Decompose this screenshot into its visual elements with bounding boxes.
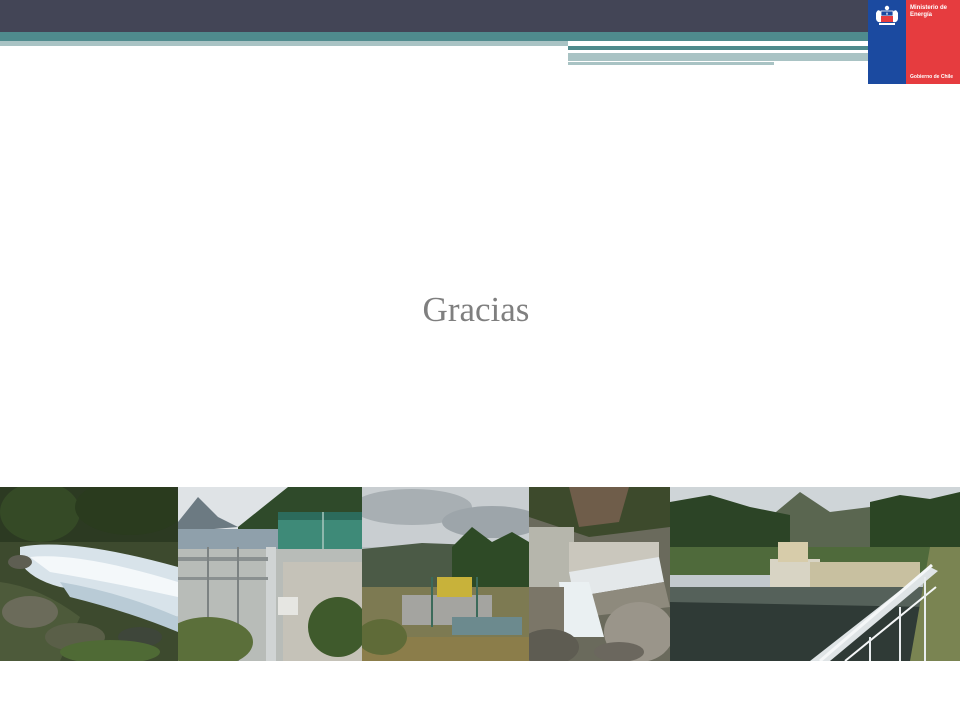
logo-line-energia: Energía (910, 12, 933, 18)
logo-line-ministerio: Ministerio de (910, 5, 948, 11)
logo-blue-panel (868, 0, 906, 84)
coat-of-arms-icon (876, 5, 898, 25)
top-bar (0, 0, 868, 32)
photo-strip (0, 487, 960, 661)
accent-stripe (568, 53, 868, 61)
reservoir-dam-photo (670, 487, 960, 661)
concrete-weir-photo (529, 487, 670, 661)
hydro-plant-building-photo (178, 487, 362, 661)
logo-line-gobierno: Gobierno de Chile (910, 74, 954, 80)
slide-title: Gracias (422, 290, 530, 329)
accent-stripe (568, 46, 868, 50)
accent-stripe (568, 62, 774, 65)
accent-stripe (0, 32, 868, 41)
water-intake-gate-photo (362, 487, 529, 661)
river-rapids-photo (0, 487, 178, 661)
accent-stripe (0, 41, 568, 46)
ministry-logo: Ministerio de Energía Gobierno de Chile (868, 0, 960, 84)
logo-red-panel: Ministerio de Energía Gobierno de Chile (906, 0, 960, 84)
